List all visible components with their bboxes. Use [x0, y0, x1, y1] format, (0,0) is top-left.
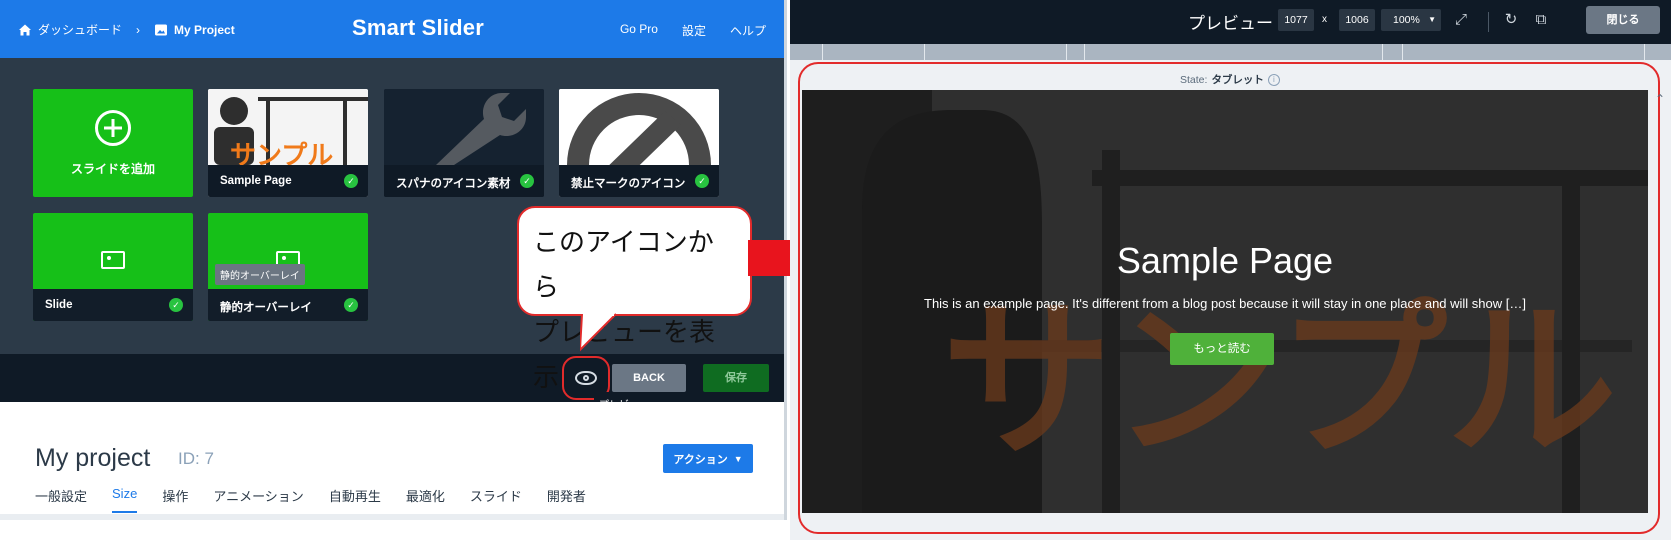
tab-animations[interactable]: アニメーション [213, 486, 303, 513]
slide-card-sample-page[interactable]: サンプル Sample Page ✓ [208, 89, 368, 197]
check-icon: ✓ [344, 174, 358, 188]
plus-circle-icon [95, 109, 131, 146]
tab-developer[interactable]: 開発者 [547, 486, 586, 513]
slide-title: Sample Page [1116, 240, 1334, 281]
zoom-select[interactable]: 100% ▼ [1381, 9, 1441, 31]
image-placeholder-icon [101, 251, 125, 269]
callout-line-1: このアイコンから [533, 227, 714, 302]
prohibited-thumbnail [559, 89, 719, 165]
refresh-icon[interactable]: ↻ [1502, 11, 1520, 29]
breadcrumb: ダッシュボード › My Project [18, 21, 235, 38]
add-slide-label: スライドを追加 [70, 161, 155, 176]
rotate-device-icon[interactable]: ⤢ [1452, 11, 1470, 29]
settings-link[interactable]: 設定 [682, 22, 706, 39]
project-settings: My project ID: 7 アクション ▼ 一般設定 Size 操作 アニ… [0, 402, 784, 520]
slide-preview: サンプル Sample Page This is an example page… [802, 90, 1648, 513]
check-icon: ✓ [520, 174, 534, 188]
home-icon [19, 24, 31, 35]
help-link[interactable]: ヘルプ [730, 22, 766, 39]
tab-controls[interactable]: 操作 [162, 486, 188, 513]
static-overlay-tag: 静的オーバーレイ [215, 264, 305, 285]
close-button[interactable]: 閉じる [1586, 6, 1660, 34]
check-icon: ✓ [344, 298, 358, 312]
preview-toolbar: プレビュー 1077 x 1006 100% ▼ ⤢ ↻ ⧉ 閉じる [790, 0, 1671, 44]
slide-description: This is an example page. It's different … [924, 296, 1526, 311]
tab-divider [0, 514, 784, 520]
slide-background-text: サンプル [942, 283, 1617, 481]
check-icon: ✓ [695, 174, 709, 188]
annotation-callout: このアイコンから プレビューを表示 [517, 206, 752, 392]
ruler-tick [1066, 44, 1067, 60]
preview-title: プレビュー [1188, 14, 1273, 33]
project-title: My project [35, 444, 151, 472]
action-dropdown-button[interactable]: アクション ▼ [663, 444, 753, 473]
preview-window: プレビュー 1077 x 1006 100% ▼ ⤢ ↻ ⧉ 閉じる State… [790, 0, 1671, 540]
image-icon [155, 24, 168, 35]
device-state: State: タブレット i [1180, 72, 1280, 87]
dimension-separator: x [1322, 14, 1327, 25]
breadcrumb-project[interactable]: My Project [174, 23, 235, 37]
chevron-right-icon: › [136, 22, 141, 37]
slide-card-wrench[interactable]: スパナのアイコン素材 ✓ [384, 89, 544, 197]
breakpoint-ruler [790, 44, 1671, 60]
tab-size[interactable]: Size [112, 486, 138, 513]
ruler-tick [822, 44, 823, 60]
read-more-button[interactable]: もっと読む [1170, 333, 1274, 365]
ruler-tick [924, 44, 925, 60]
callout-tail [580, 312, 617, 352]
check-icon: ✓ [169, 298, 183, 312]
slide-card-slide[interactable]: Slide ✓ [33, 213, 193, 321]
project-id: ID: 7 [178, 449, 214, 468]
new-window-icon[interactable]: ⧉ [1532, 11, 1550, 29]
thumbnail-sample-text: サンプル [230, 141, 333, 165]
breadcrumb-dashboard[interactable]: ダッシュボード [38, 21, 122, 38]
smart-slider-logo: Smart Slider [352, 15, 485, 40]
tab-general[interactable]: 一般設定 [35, 486, 87, 513]
scroll-up-icon[interactable]: ⌃ [1655, 92, 1665, 106]
wrench-thumbnail [384, 89, 544, 165]
width-input[interactable]: 1077 [1278, 9, 1314, 31]
chevron-down-icon: ▼ [1428, 15, 1436, 24]
zoom-value: 100% [1393, 14, 1420, 26]
tab-autoplay[interactable]: 自動再生 [329, 486, 381, 513]
tab-optimize[interactable]: 最適化 [406, 486, 445, 513]
info-icon[interactable]: i [1267, 73, 1280, 86]
ruler-tick [1382, 44, 1383, 60]
state-prefix: State: [1180, 73, 1208, 86]
top-bar: ダッシュボード › My Project Smart Slider Go Pro… [0, 0, 784, 58]
ruler-tick [1402, 44, 1403, 60]
go-pro-link[interactable]: Go Pro [620, 22, 658, 39]
top-links: Go Pro 設定 ヘルプ [620, 22, 766, 39]
height-input[interactable]: 1006 [1339, 9, 1375, 31]
state-value: タブレット [1211, 74, 1264, 86]
toolbar-divider [1488, 12, 1489, 32]
ruler-tick [1084, 44, 1085, 60]
slide-card-prohibited[interactable]: 禁止マークのアイコン ✓ [559, 89, 719, 197]
chevron-down-icon: ▼ [733, 453, 743, 464]
action-label: アクション [673, 453, 728, 466]
add-slide-button[interactable]: スライドを追加 [33, 89, 193, 197]
screenshot-root: ダッシュボード › My Project Smart Slider Go Pro… [0, 0, 1671, 540]
ruler-tick [1644, 44, 1645, 60]
settings-tabs: 一般設定 Size 操作 アニメーション 自動再生 最適化 スライド 開発者 [35, 486, 611, 513]
callout-line-2: プレビューを表示 [533, 317, 716, 392]
tab-slides[interactable]: スライド [470, 486, 522, 513]
slide-thumbnail: サンプル [208, 89, 368, 165]
